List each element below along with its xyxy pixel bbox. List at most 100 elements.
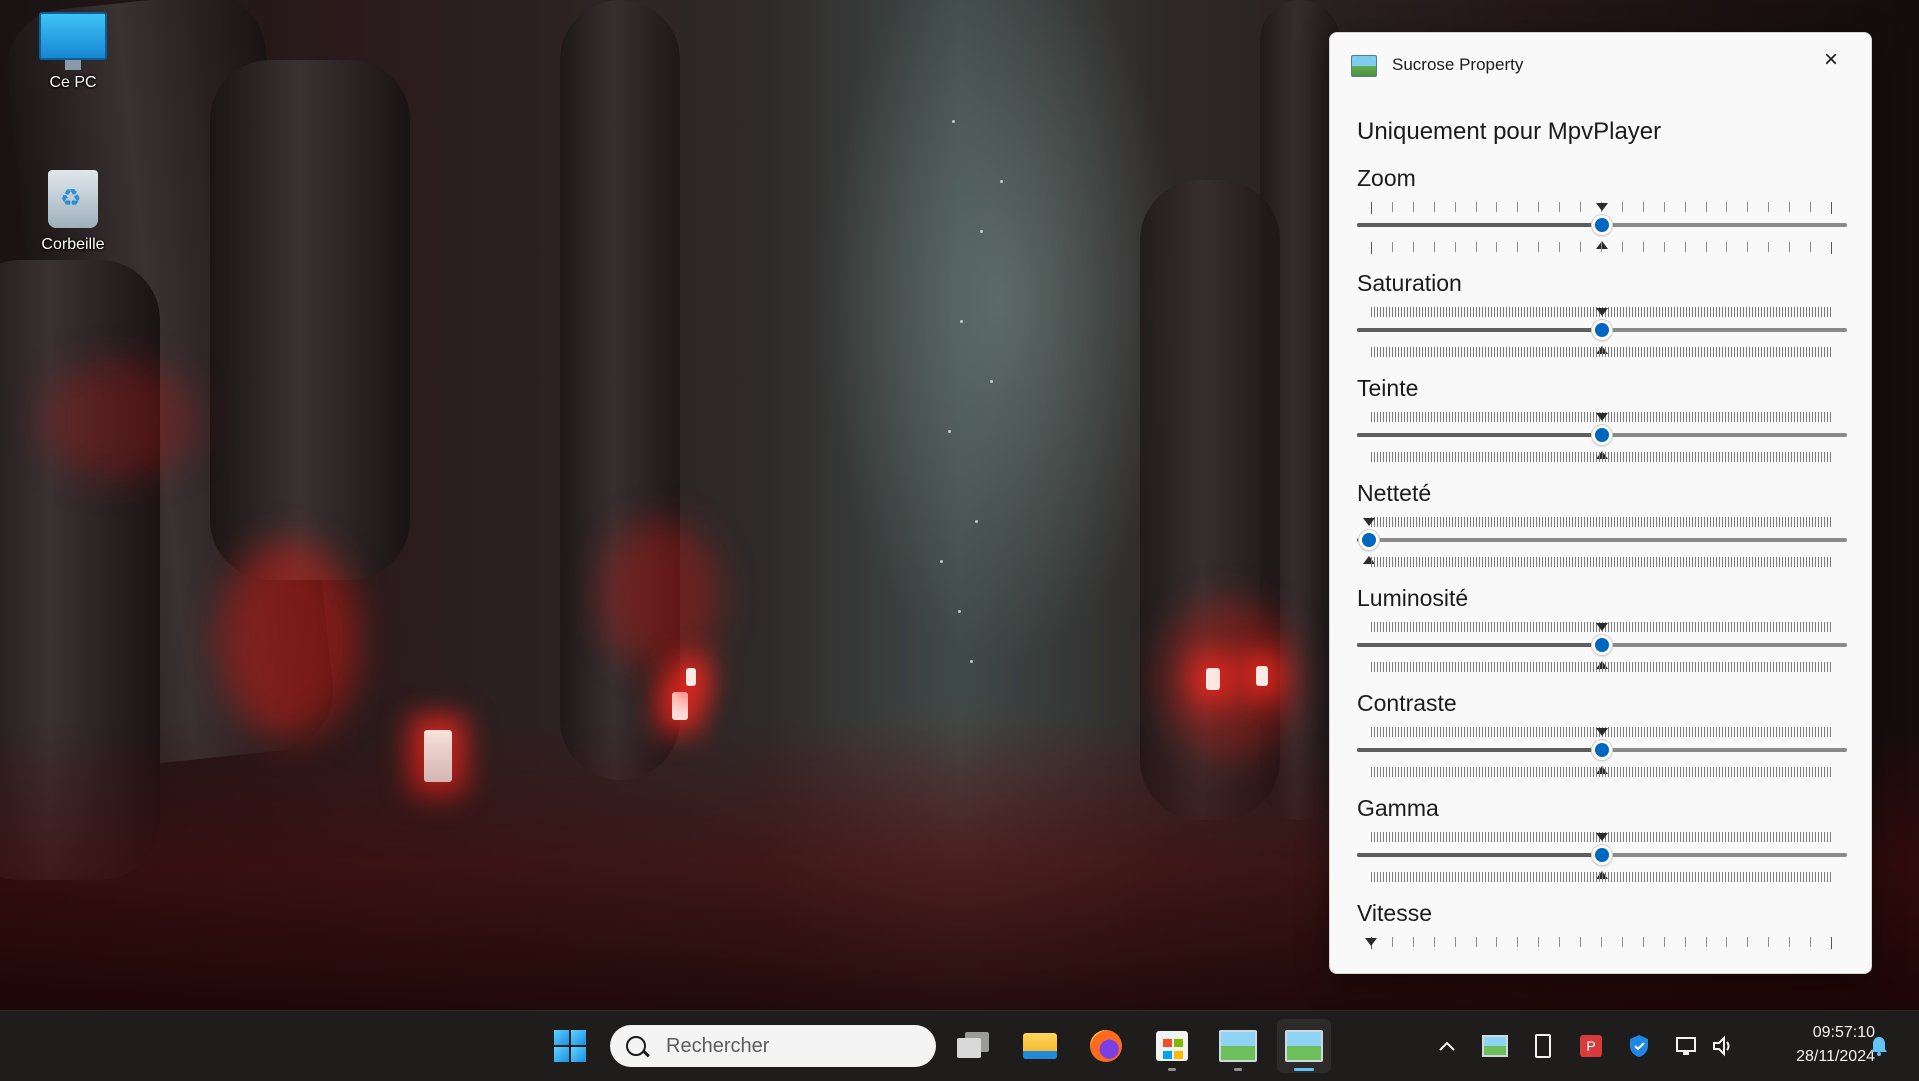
usb-icon[interactable] [1530,1033,1556,1059]
slider-saturation: Saturation [1357,270,1847,370]
slider-teinte: Teinte [1357,375,1847,475]
clock-time: 09:57:10 [1812,1024,1875,1041]
tick-mark [1831,937,1832,949]
tick-marks-bottom [1371,872,1831,882]
slider-label: Luminosité [1357,585,1469,611]
tick-mark [1789,202,1791,212]
tick-mark [1663,937,1665,947]
tick-mark [1747,937,1749,947]
slider-gamma: Gamma [1357,795,1847,895]
slider-label: Netteté [1357,480,1432,506]
slider-thumb[interactable] [1359,530,1379,550]
clock-date: 28/11/2024 [1796,1048,1875,1065]
sucrose-property-button[interactable] [1277,1019,1331,1073]
chevron-up-icon[interactable] [1434,1033,1460,1059]
tick-marks-bottom [1371,452,1831,462]
taskbar-search-box[interactable]: Rechercher [610,1025,936,1067]
tick-mark [1810,242,1812,252]
slider-thumb[interactable] [1592,425,1612,445]
tick-mark [1412,937,1414,947]
search-icon [626,1036,646,1056]
tick-mark [1496,937,1498,947]
tick-mark [1559,242,1561,252]
tick-marks-top [1371,517,1831,527]
tick-mark [1642,937,1644,947]
slider-thumb[interactable] [1592,740,1612,760]
network-icon[interactable] [1674,1033,1700,1059]
sucrose-icon [1219,1030,1257,1062]
powerpoint-icon[interactable]: P [1578,1033,1604,1059]
tick-mark [1642,242,1644,252]
security-shield-icon[interactable] [1626,1033,1652,1059]
slider-vitesse: Vitesse [1357,900,1847,949]
slider-thumb[interactable] [1592,635,1612,655]
tick-marks-bottom [1371,347,1831,357]
tick-mark [1391,937,1393,947]
slider-contraste: Contraste [1357,690,1847,790]
tick-mark [1454,242,1456,252]
sucrose-property-icon [1285,1030,1323,1062]
slider-thumb[interactable] [1592,845,1612,865]
tick-mark [1663,242,1665,252]
tick-mark [1517,937,1519,947]
value-marker-top [1596,623,1608,631]
slider-label: Zoom [1357,165,1416,191]
file-explorer-button[interactable] [1013,1019,1067,1073]
start-button[interactable] [543,1019,597,1073]
slider-thumb[interactable] [1592,215,1612,235]
tick-mark [1705,242,1707,252]
title-bar[interactable]: Sucrose Property × [1330,33,1871,97]
task-view-icon [957,1032,991,1060]
sucrose-app-icon [1351,55,1377,77]
slider-zoom: Zoom [1357,165,1847,265]
close-button[interactable]: × [1806,41,1856,79]
taskbar-clock[interactable]: 09:57:10 28/11/2024 [1750,1021,1875,1069]
sucrose-tray-icon[interactable] [1482,1033,1508,1059]
tick-mark [1433,937,1435,947]
tick-mark [1747,242,1749,252]
desktop-icon-label: Ce PC [49,74,97,91]
tick-mark [1705,937,1707,947]
volume-icon[interactable] [1710,1033,1736,1059]
slider-label: Saturation [1357,270,1462,296]
desktop-icon-corbeille[interactable]: ♻ Corbeille [23,170,123,254]
desktop-icon-label: Corbeille [41,236,105,253]
tick-mark [1621,202,1623,212]
tick-mark [1621,937,1623,947]
value-marker-top [1596,728,1608,736]
value-marker-top [1596,413,1608,421]
tick-mark [1412,242,1414,252]
microsoft-store-button[interactable] [1145,1019,1199,1073]
computer-icon [39,12,107,70]
tick-mark [1454,937,1456,947]
task-view-button[interactable] [947,1019,1001,1073]
slider-label: Teinte [1357,375,1419,401]
tick-mark [1559,202,1561,212]
tick-mark [1391,242,1393,252]
tick-mark [1433,202,1435,212]
tick-mark [1831,242,1832,254]
windows-logo-icon [554,1030,586,1062]
tick-mark [1580,937,1582,947]
slider-label: Contraste [1357,690,1457,716]
desktop-icon-ce-pc[interactable]: Ce PC [23,12,123,92]
active-indicator [1294,1068,1314,1071]
sucrose-wallpaper-button[interactable] [1211,1019,1265,1073]
tick-mark [1768,202,1770,212]
tick-mark [1433,242,1435,252]
notification-bell-icon[interactable] [1866,1033,1892,1059]
tick-mark [1496,242,1498,252]
tick-mark [1684,202,1686,212]
tick-marks-bottom [1371,557,1831,567]
tick-mark [1621,242,1623,252]
tick-mark [1684,937,1686,947]
recycle-bin-icon: ♻ [48,170,98,228]
slider-track[interactable] [1357,538,1847,542]
slider-thumb[interactable] [1592,320,1612,340]
firefox-button[interactable] [1079,1019,1133,1073]
tick-mark [1391,202,1393,212]
window-title: Sucrose Property [1392,55,1524,74]
tick-mark [1580,202,1582,212]
tick-mark [1559,937,1561,947]
tick-mark [1726,937,1728,947]
